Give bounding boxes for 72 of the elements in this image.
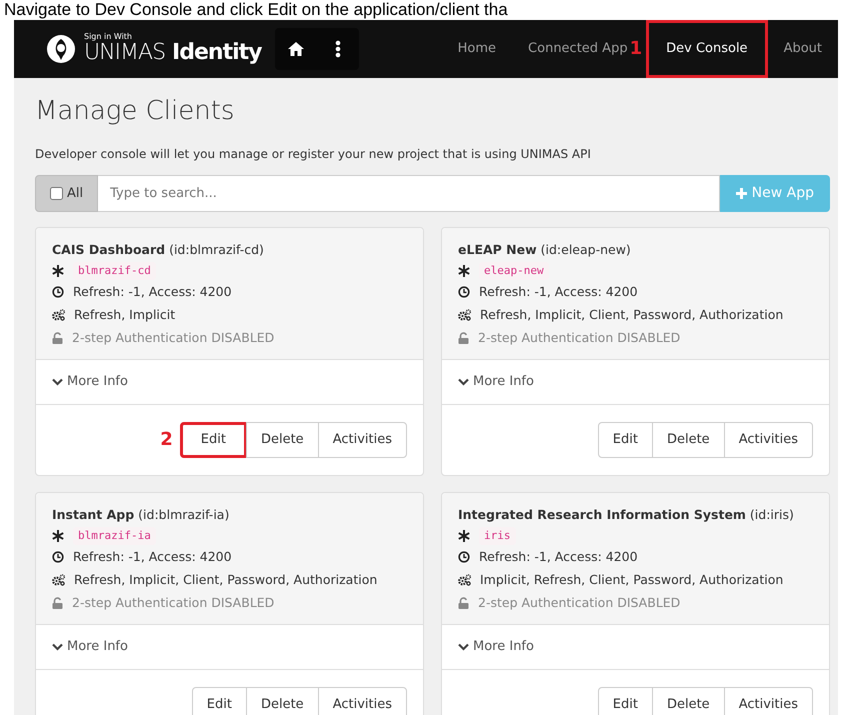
unlocked-icon xyxy=(458,596,469,608)
unlocked-icon xyxy=(52,332,63,344)
two-step-status: 2-step Authentication DISABLED xyxy=(478,594,680,612)
plus-icon xyxy=(736,188,747,199)
grant-types: Refresh, Implicit xyxy=(74,306,176,324)
clock-icon xyxy=(458,550,470,562)
action-button[interactable]: Activities xyxy=(724,687,813,715)
token-lifetime: Refresh: -1, Access: 4200 xyxy=(479,548,638,566)
grant-types: Refresh, Implicit, Client, Password, Authorization xyxy=(74,571,378,589)
chevron-down-icon xyxy=(458,643,469,651)
two-step-status: 2-step Authentication DISABLED xyxy=(72,594,274,612)
client-id: blmrazif-cd xyxy=(73,262,156,280)
callout-number: 1 xyxy=(630,39,642,59)
instruction-caption: Navigate to Dev Console and click Edit on the application/client tha xyxy=(3,0,509,20)
nav-link[interactable]: Dev Console xyxy=(646,20,768,78)
callout-number: 2 xyxy=(160,430,173,450)
unlocked-icon xyxy=(52,596,63,608)
token-lifetime: Refresh: -1, Access: 4200 xyxy=(73,548,232,566)
clock-icon xyxy=(458,286,470,298)
brand-name: UNIMAS Identity xyxy=(84,40,262,66)
select-all-checkbox[interactable] xyxy=(50,187,63,200)
client-title: Instant App (id:blmrazif-ia) xyxy=(52,506,230,524)
more-info-link[interactable]: More Info xyxy=(52,637,128,657)
home-icon xyxy=(287,41,306,57)
client-id: iris xyxy=(479,527,516,545)
client-title: CAIS Dashboard (id:blmrazif-cd) xyxy=(52,241,265,259)
gears-icon xyxy=(52,308,65,320)
action-button[interactable]: Activities xyxy=(318,422,407,458)
action-button[interactable]: Activities xyxy=(318,687,407,715)
more-info-link[interactable]: More Info xyxy=(52,372,128,392)
action-button[interactable]: Activities xyxy=(724,422,813,458)
action-button[interactable]: Edit xyxy=(192,687,247,715)
checkbox-label[interactable]: All xyxy=(67,184,84,204)
chevron-down-icon xyxy=(458,378,469,386)
more-info-link[interactable]: More Info xyxy=(458,637,534,657)
gears-icon xyxy=(458,574,471,586)
action-button[interactable]: Delete xyxy=(652,422,725,458)
two-step-status: 2-step Authentication DISABLED xyxy=(72,329,274,347)
asterisk-icon xyxy=(52,265,64,277)
nav-link[interactable]: Home xyxy=(442,20,512,78)
search-field[interactable]: Type to search... xyxy=(98,175,720,212)
asterisk-icon xyxy=(458,530,470,542)
unlocked-icon xyxy=(458,332,469,344)
asterisk-icon xyxy=(458,265,470,277)
grant-types: Refresh, Implicit, Client, Password, Authorization xyxy=(480,306,784,324)
token-lifetime: Refresh: -1, Access: 4200 xyxy=(73,283,232,301)
action-button[interactable]: Edit xyxy=(180,422,247,458)
nav-link[interactable]: About xyxy=(768,20,838,78)
client-title: eLEAP New (id:eleap-new) xyxy=(458,241,632,259)
asterisk-icon xyxy=(52,530,64,542)
clock-icon xyxy=(52,286,64,298)
brand-tagline: Sign in With xyxy=(84,32,133,42)
kebab-menu-icon xyxy=(335,40,342,58)
page-description: Developer console will let you manage or register your new project that is using UNIMAS API xyxy=(35,146,592,163)
clock-icon xyxy=(52,550,64,562)
action-button[interactable]: Edit xyxy=(598,687,653,715)
action-button[interactable]: Delete xyxy=(246,422,319,458)
chevron-down-icon xyxy=(52,643,63,651)
client-id: blmrazif-ia xyxy=(73,527,156,545)
more-info-link[interactable]: More Info xyxy=(458,372,534,392)
gears-icon xyxy=(458,308,471,320)
gears-icon xyxy=(52,574,65,586)
action-button[interactable]: Edit xyxy=(598,422,653,458)
page-title: Manage Clients xyxy=(35,95,236,128)
grant-types: Implicit, Refresh, Client, Password, Authorization xyxy=(480,571,784,589)
nav-link[interactable]: Connected App xyxy=(512,20,630,78)
two-step-status: 2-step Authentication DISABLED xyxy=(478,329,680,347)
client-id: eleap-new xyxy=(479,262,549,280)
chevron-down-icon xyxy=(52,378,63,386)
logo-icon xyxy=(46,34,76,64)
client-title: Integrated Research Information System (id:iris) xyxy=(458,506,795,524)
token-lifetime: Refresh: -1, Access: 4200 xyxy=(479,283,638,301)
